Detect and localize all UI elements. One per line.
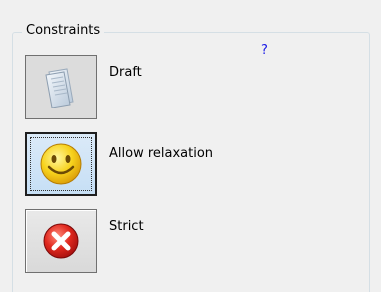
constraints-panel: Constraints ? Draft Allow relaxation Str…	[0, 0, 381, 292]
strict-label: Strict	[109, 219, 144, 234]
allow-relaxation-button[interactable]	[25, 132, 97, 196]
help-link[interactable]: ?	[261, 42, 268, 59]
draft-button[interactable]	[25, 55, 97, 119]
draft-document-icon	[43, 66, 79, 108]
draft-label: Draft	[109, 65, 142, 80]
focus-ring	[30, 137, 92, 191]
red-x-error-icon	[41, 221, 81, 261]
strict-button[interactable]	[25, 209, 97, 273]
allow-relaxation-label: Allow relaxation	[109, 146, 214, 161]
groupbox-title: Constraints	[22, 22, 105, 39]
